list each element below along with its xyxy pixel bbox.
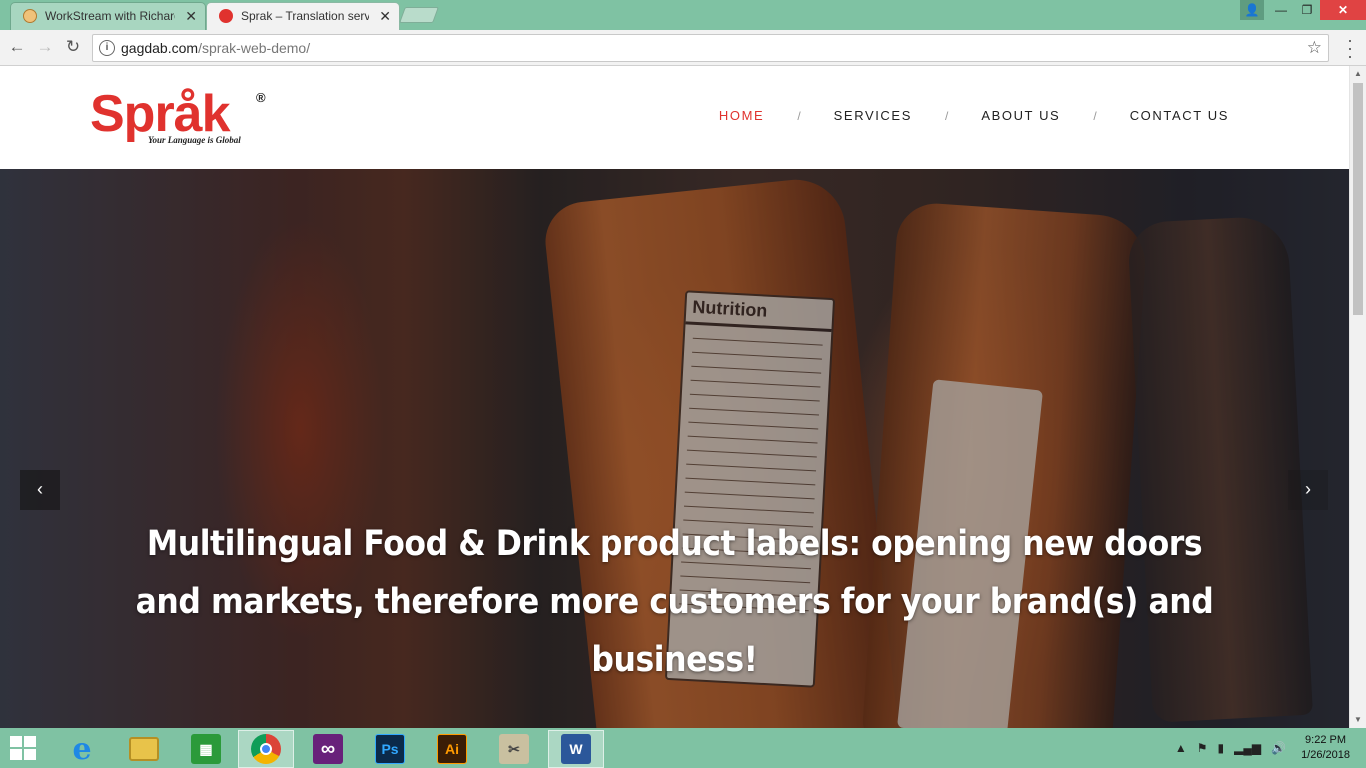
tab-workstream[interactable]: WorkStream with Richard ✕ — [10, 2, 206, 30]
word-icon: W — [561, 734, 591, 764]
slider-prev-button[interactable]: ‹ — [20, 470, 60, 510]
restore-button[interactable]: ❐ — [1294, 0, 1320, 20]
sprak-logo[interactable]: Språk ® Your Language is Global — [90, 85, 266, 145]
nav-about-us[interactable]: ABOUT US — [981, 108, 1060, 123]
logo-tagline: Your Language is Global — [148, 135, 241, 145]
tab-title: WorkStream with Richard — [45, 9, 175, 23]
taskbar-visual-studio[interactable]: ∞ — [300, 730, 356, 768]
page-scrollbar[interactable]: ▲ ▼ — [1349, 66, 1366, 728]
action-center-flag-icon[interactable]: ⚑ — [1197, 741, 1208, 755]
clock-time: 9:22 PM — [1305, 734, 1347, 746]
show-hidden-icons-icon[interactable]: ▲ — [1175, 741, 1187, 755]
back-arrow-icon[interactable]: ← — [6, 36, 28, 58]
battery-icon[interactable]: ▮ — [1218, 741, 1225, 755]
user-profile-icon[interactable]: 👤 — [1240, 0, 1264, 20]
close-tab-icon[interactable]: ✕ — [185, 3, 197, 29]
bookmark-star-icon[interactable]: ☆ — [1307, 38, 1322, 58]
new-tab-button[interactable] — [399, 7, 439, 23]
workstream-favicon-icon — [23, 9, 37, 23]
window-controls: 👤 — ❐ ✕ — [1240, 0, 1366, 20]
illustrator-icon: Ai — [437, 734, 467, 764]
hero-caption-line2: and markets, therefore more customers fo… — [135, 582, 1214, 680]
tools-icon: ✂ — [499, 734, 529, 764]
nav-services[interactable]: SERVICES — [834, 108, 912, 123]
slider-next-button[interactable]: › — [1288, 470, 1328, 510]
system-clock[interactable]: 9:22 PM 1/26/2018 — [1301, 733, 1350, 763]
page-viewport: Språk ® Your Language is Global HOME / S… — [0, 66, 1366, 728]
folder-icon — [129, 737, 159, 761]
hero-caption-line1: Multilingual Food & Drink product labels… — [146, 524, 1203, 564]
nav-contact-us[interactable]: CONTACT US — [1130, 108, 1229, 123]
chrome-menu-icon[interactable]: · · · — [1342, 31, 1358, 65]
sprak-favicon-icon — [219, 9, 233, 23]
address-bar[interactable]: i gagdab.com/sprak-web-demo/ ☆ — [92, 34, 1329, 62]
taskbar-photoshop[interactable]: Ps — [362, 730, 418, 768]
reload-icon[interactable]: ↻ — [62, 36, 84, 58]
clock-date: 1/26/2018 — [1301, 749, 1350, 761]
close-tab-icon[interactable]: ✕ — [379, 3, 391, 29]
taskbar-internet-explorer[interactable]: e — [54, 730, 110, 768]
url-domain: gagdab.com — [121, 40, 199, 56]
taskbar-windows-store[interactable]: ▦ — [178, 730, 234, 768]
volume-icon[interactable]: 🔊 — [1271, 741, 1286, 755]
scroll-up-arrow-icon[interactable]: ▲ — [1350, 66, 1366, 82]
minimize-button[interactable]: — — [1268, 0, 1294, 20]
nav-separator: / — [797, 108, 801, 123]
photoshop-icon: Ps — [375, 734, 405, 764]
network-signal-icon[interactable]: ▂▄▆ — [1234, 741, 1261, 755]
hero-caption: Multilingual Food & Drink product labels… — [67, 515, 1281, 689]
main-navigation: HOME / SERVICES / ABOUT US / CONTACT US — [719, 108, 1229, 123]
nav-separator: / — [944, 108, 949, 123]
hero-slider: Nutrition Multilingual Food & Drink prod… — [0, 169, 1349, 728]
store-icon: ▦ — [191, 734, 221, 764]
tab-title: Sprak – Translation services — [241, 9, 369, 23]
nav-separator: / — [1093, 108, 1097, 123]
taskbar-file-explorer[interactable] — [116, 730, 172, 768]
scroll-thumb[interactable] — [1353, 83, 1363, 315]
visual-studio-icon: ∞ — [313, 734, 343, 764]
url-text[interactable]: gagdab.com/sprak-web-demo/ — [121, 40, 310, 56]
tab-sprak[interactable]: Sprak – Translation services ✕ — [206, 2, 400, 30]
site-info-icon[interactable]: i — [99, 40, 115, 56]
taskbar-word[interactable]: W — [548, 730, 604, 768]
browser-toolbar: ← → ↻ i gagdab.com/sprak-web-demo/ ☆ · · · — [0, 30, 1366, 66]
taskbar-illustrator[interactable]: Ai — [424, 730, 480, 768]
system-tray: ▲ ⚑ ▮ ▂▄▆ 🔊 9:22 PM 1/26/2018 — [1170, 728, 1366, 768]
site-header: Språk ® Your Language is Global HOME / S… — [0, 66, 1349, 169]
registered-mark: ® — [256, 90, 266, 105]
forward-arrow-icon[interactable]: → — [34, 36, 56, 58]
scroll-down-arrow-icon[interactable]: ▼ — [1350, 712, 1366, 728]
browser-titlebar: WorkStream with Richard ✕ Sprak – Transl… — [0, 0, 1366, 30]
windows-taskbar: e ▦ ∞ Ps Ai ✂ W ▲ ⚑ ▮ ▂▄▆ 🔊 9:22 PM 1/26… — [0, 728, 1366, 768]
taskbar-tools[interactable]: ✂ — [486, 730, 542, 768]
taskbar-chrome[interactable] — [238, 730, 294, 768]
chrome-icon — [251, 734, 281, 764]
windows-start-button[interactable] — [10, 736, 38, 762]
logo-wordmark: Språk — [90, 85, 231, 143]
close-window-button[interactable]: ✕ — [1320, 0, 1366, 20]
internet-explorer-icon: e — [72, 731, 92, 767]
url-path: /sprak-web-demo/ — [198, 40, 311, 56]
nav-home[interactable]: HOME — [719, 108, 764, 123]
